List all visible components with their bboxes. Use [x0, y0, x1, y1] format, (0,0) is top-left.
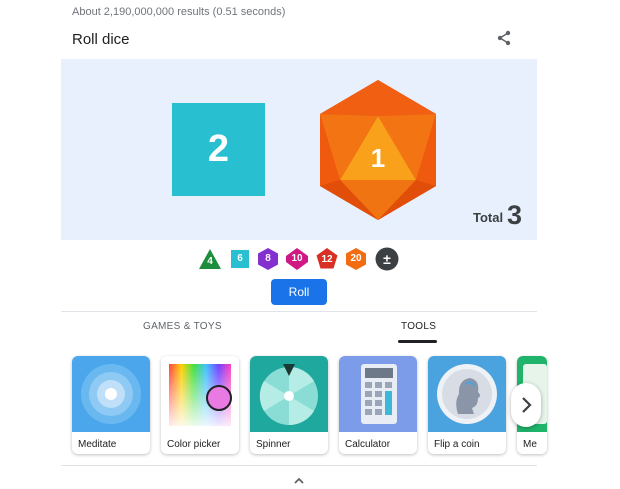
tab-tools[interactable]: TOOLS [401, 321, 436, 332]
d6-option-label: 6 [237, 253, 243, 264]
widget-title: Roll dice [72, 31, 130, 48]
add-d8-button[interactable]: 8 [256, 247, 280, 271]
dice-area [61, 59, 537, 240]
tool-card-color-picker[interactable]: Color picker [161, 356, 239, 454]
modifier-button[interactable]: ± [375, 247, 399, 271]
d12-label: 12 [321, 254, 333, 265]
result-stats: About 2,190,000,000 results (0.51 second… [72, 6, 286, 18]
tool-card-calculator[interactable]: Calculator [339, 356, 417, 454]
d20-value: 1 [370, 143, 386, 173]
d20-option-label: 20 [350, 253, 362, 264]
d4-label: 4 [207, 256, 213, 267]
meditate-icon [72, 356, 150, 432]
tool-card-meditate[interactable]: Meditate [72, 356, 150, 454]
next-tools-button[interactable] [511, 383, 541, 427]
add-d20-button[interactable]: 20 [344, 247, 368, 271]
modifier-label: ± [383, 251, 391, 267]
chevron-right-icon [522, 397, 532, 413]
coin-icon [428, 356, 506, 432]
tool-label: Flip a coin [434, 439, 480, 450]
spinner-icon [250, 356, 328, 432]
d6-value: 2 [207, 128, 230, 170]
divider [61, 311, 537, 312]
tool-label: Meditate [78, 439, 117, 450]
d10-label: 10 [291, 253, 303, 264]
tool-label: Spinner [256, 439, 291, 450]
chevron-up-icon[interactable] [292, 476, 306, 486]
total-label: Total [473, 210, 504, 225]
add-d10-button[interactable]: 10 [285, 247, 309, 271]
tool-label: Color picker [167, 439, 221, 450]
tab-games-and-toys[interactable]: GAMES & TOYS [143, 321, 222, 332]
d6-die: 2 [172, 103, 265, 196]
share-icon[interactable] [495, 29, 513, 47]
divider [61, 465, 537, 466]
total-value: 3 [507, 200, 523, 230]
add-d6-button[interactable]: 6 [228, 247, 252, 271]
d8-label: 8 [265, 253, 271, 264]
calculator-icon [339, 356, 417, 432]
add-d12-button[interactable]: 12 [315, 247, 339, 271]
tool-label: Calculator [345, 439, 391, 450]
add-d4-button[interactable]: 4 [198, 247, 222, 271]
tool-card-spinner[interactable]: Spinner [250, 356, 328, 454]
roll-button[interactable]: Roll [271, 279, 327, 305]
color-picker-icon [161, 356, 239, 432]
active-tab-indicator [398, 340, 437, 343]
tool-label: Me [523, 439, 537, 450]
tool-card-flip-a-coin[interactable]: Flip a coin [428, 356, 506, 454]
